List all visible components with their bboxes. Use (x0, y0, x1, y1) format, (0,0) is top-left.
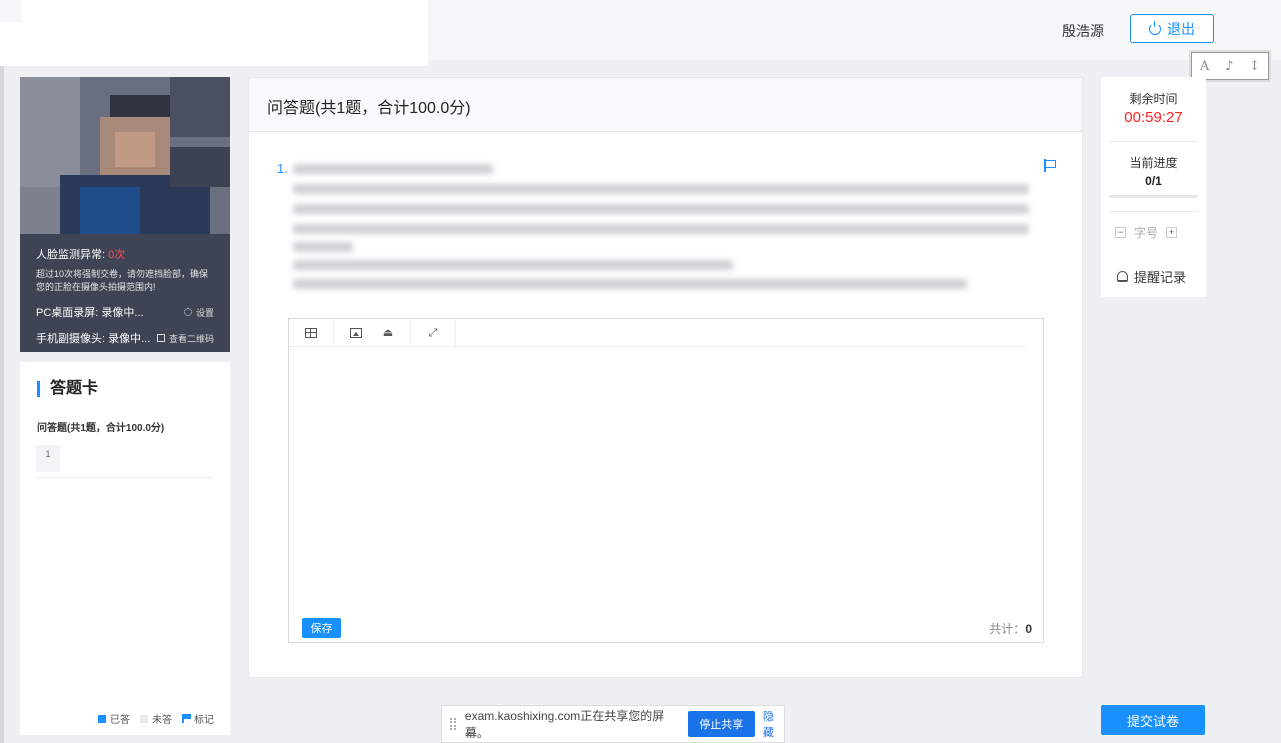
webcam-preview (20, 77, 230, 234)
upload-icon[interactable]: ⏏ (382, 327, 394, 338)
pc-record-status: PC桌面录屏: 录像中... (36, 307, 144, 319)
font-decrease-button[interactable]: − (1115, 227, 1126, 238)
settings-label: 设置 (195, 307, 214, 318)
legend-answered: 已答 (98, 711, 130, 726)
qr-link[interactable]: 查看二维码 (156, 332, 214, 345)
status-panel: 剩余时间 00:59:27 当前进度 0/1 − 字号 + 提醒记录 (1101, 77, 1206, 297)
answer-card-title: 答题卡 (37, 381, 98, 397)
toolbar-group (289, 319, 334, 346)
toolbar-group: ⏏ (334, 319, 411, 346)
logout-label: 退出 (1167, 20, 1195, 37)
legend-unanswered: 未答 (140, 711, 172, 726)
qr-label: 查看二维码 (168, 333, 214, 344)
question-number: 1. (277, 161, 288, 176)
user-name: 殷浩源 (1062, 23, 1104, 39)
remaining-time-label: 剩余时间 (1129, 92, 1178, 106)
question-text-blurred (293, 184, 1029, 194)
divider (1109, 211, 1198, 212)
face-warning-label: 人脸监测异常: (36, 249, 106, 261)
answer-card: 答题卡 问答题(共1题，合计100.0分) 1 已答 未答 标记 (20, 362, 230, 735)
settings-link[interactable]: 设置 (183, 306, 214, 319)
logo-area-extension (0, 22, 110, 66)
screen-share-bar: exam.kaoshixing.com正在共享您的屏幕。 停止共享 隐藏 (441, 705, 785, 743)
divider (1109, 141, 1198, 142)
remaining-time: 00:59:27 (1124, 109, 1183, 126)
window-edge (0, 0, 4, 743)
face-warning-desc: 超过10次将强制交卷，请勿遮挡脸部，确保您的正脸在摄像头拍摄范围内! (36, 269, 209, 292)
flag-icon (182, 714, 191, 723)
fullscreen-icon[interactable]: ⤢ (427, 327, 439, 338)
question-text-blurred (293, 242, 353, 252)
qr-code-icon (156, 334, 165, 342)
font-size-control: − 字号 + (1115, 224, 1178, 241)
legend-marked: 标记 (182, 711, 214, 726)
question-cell[interactable]: 1 (36, 445, 60, 472)
word-count-label: 共计： (989, 622, 1026, 636)
mark-flag-icon[interactable] (1044, 159, 1056, 172)
word-count-value: 0 (1025, 622, 1032, 636)
legend-unanswered-label: 未答 (152, 715, 172, 726)
answer-editor[interactable]: ⏏ ⤢ 保存 共计：0 (288, 318, 1044, 643)
font-increase-button[interactable]: + (1166, 227, 1178, 238)
font-tools-widget[interactable]: A ♪ ↕ (1191, 52, 1269, 80)
gear-icon (183, 308, 192, 316)
toolbar-group: ⤢ (411, 319, 456, 346)
camera-panel: 人脸监测异常: 0次 超过10次将强制交卷，请勿遮挡脸部，确保您的正脸在摄像头拍… (20, 77, 230, 352)
unanswered-swatch-icon (140, 714, 148, 723)
drag-handle-icon[interactable] (450, 718, 456, 730)
phone-record-status: 手机副摄像头: 录像中... (36, 333, 151, 345)
question-text-blurred (293, 164, 493, 174)
remind-records-button[interactable]: 提醒记录 (1117, 267, 1186, 286)
table-icon[interactable] (305, 327, 317, 338)
font-tool-b[interactable]: ♪ (1225, 59, 1233, 74)
face-warning-count: 0次 (108, 249, 126, 261)
save-button[interactable]: 保存 (302, 618, 341, 638)
share-message: exam.kaoshixing.com正在共享您的屏幕。 (464, 709, 665, 740)
question-panel: 问答题(共1题，合计100.0分) 1. ⏏ ⤢ 保存 共计：0 (248, 77, 1083, 678)
pc-record-row: PC桌面录屏: 录像中... 设置 (36, 304, 214, 320)
answer-card-section: 问答题(共1题，合计100.0分) (37, 423, 165, 434)
bell-icon (1117, 271, 1128, 282)
editor-toolbar: ⏏ ⤢ (289, 319, 1027, 347)
power-icon (1149, 20, 1161, 35)
question-text-blurred (293, 224, 1029, 234)
image-icon[interactable] (350, 327, 362, 338)
legend-marked-label: 标记 (194, 715, 214, 726)
answered-swatch-icon (98, 714, 106, 723)
font-tool-c[interactable]: ↕ (1249, 59, 1260, 74)
question-text-blurred (293, 279, 967, 289)
progress-bar (1109, 195, 1198, 198)
font-size-label: 字号 (1134, 226, 1159, 240)
divider (36, 477, 214, 478)
face-warning: 人脸监测异常: 0次 (36, 246, 214, 262)
logout-button[interactable]: 退出 (1130, 14, 1214, 43)
font-tool-a[interactable]: A (1200, 59, 1209, 74)
stop-sharing-button[interactable]: 停止共享 (687, 711, 755, 737)
submit-exam-button[interactable]: 提交试卷 (1101, 705, 1205, 735)
legend-answered-label: 已答 (110, 715, 130, 726)
camera-info: 人脸监测异常: 0次 超过10次将强制交卷，请勿遮挡脸部，确保您的正脸在摄像头拍… (20, 234, 230, 352)
question-text-blurred (293, 204, 1029, 214)
progress-value: 0/1 (1145, 174, 1162, 188)
progress-label: 当前进度 (1129, 156, 1178, 170)
section-title: 问答题(共1题，合计100.0分) (249, 78, 1082, 132)
hide-link[interactable]: 隐藏 (763, 708, 784, 740)
question-text-blurred (293, 260, 733, 270)
word-count: 共计：0 (989, 620, 1032, 637)
answer-legend: 已答 未答 标记 (98, 711, 214, 726)
remind-label: 提醒记录 (1134, 270, 1187, 285)
phone-record-row: 手机副摄像头: 录像中... 查看二维码 (36, 330, 214, 346)
